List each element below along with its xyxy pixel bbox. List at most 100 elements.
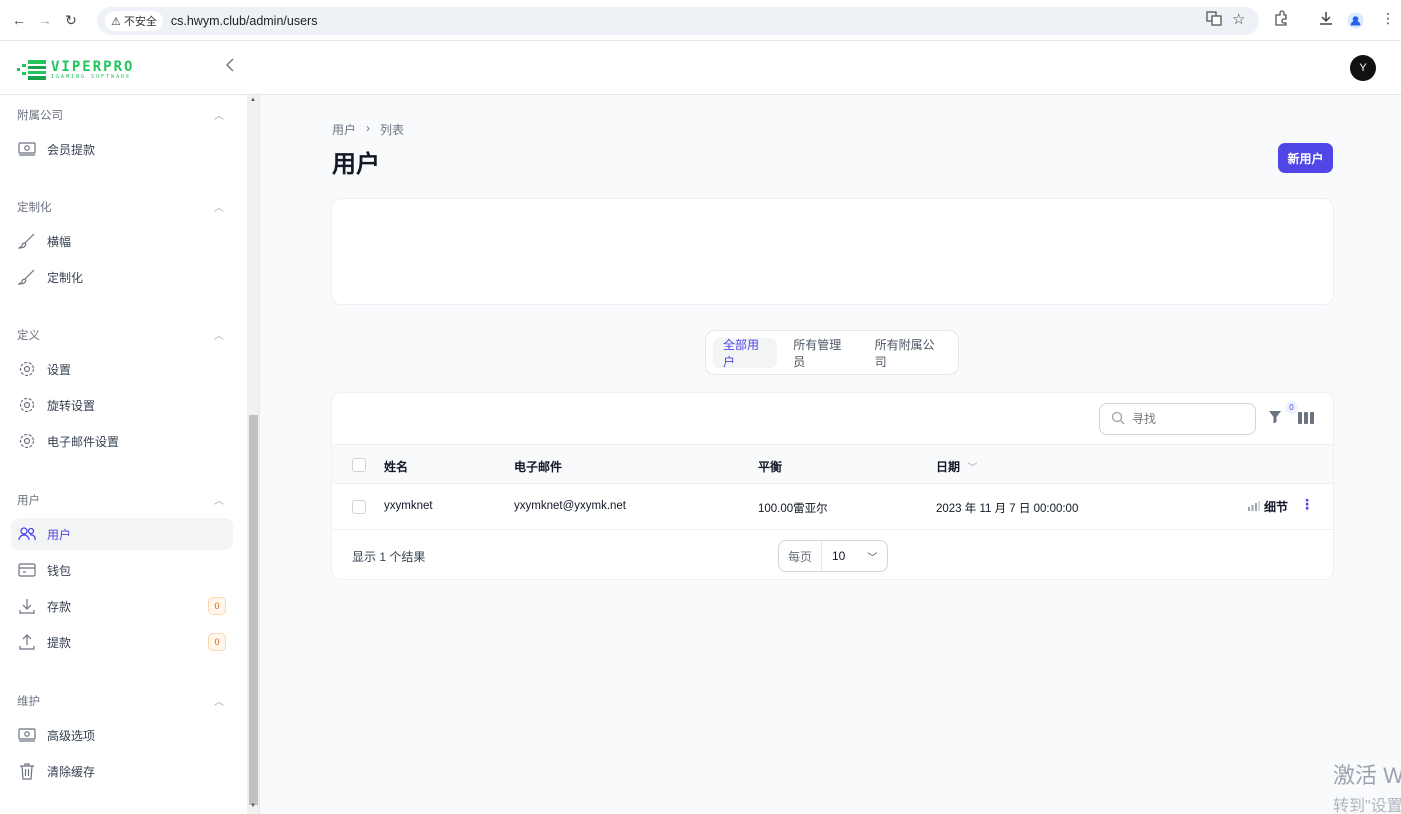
search-input[interactable] [1132,412,1242,426]
cell-email: yxymknet@yxymk.net [514,500,627,512]
sidebar-item-email-settings[interactable]: 电子邮件设置 [11,425,233,457]
sidebar-item-withdrawals[interactable]: 提款 0 [11,626,233,658]
sidebar-item-settings[interactable]: 设置 [11,353,233,385]
filter-icon[interactable] [1268,410,1282,427]
forward-icon[interactable]: → [34,9,56,31]
sidebar-item-spin-settings[interactable]: 旋转设置 [11,389,233,421]
table-row[interactable]: yxymknet yxymknet@yxymk.net 100.00雷亚尔 20… [332,484,1333,530]
avatar-initial: Y [1359,62,1367,74]
sidebar-item-label: 钱包 [47,563,72,578]
sidebar-collapse-icon[interactable] [224,57,236,78]
breadcrumb: 用户 › 列表 [332,121,404,138]
column-header-balance[interactable]: 平衡 [758,458,782,475]
chart-bars-icon [1248,500,1260,514]
tab-all-affiliates[interactable]: 所有附属公司 [865,338,951,369]
sidebar-item-advanced-options[interactable]: 高级选项 [11,719,233,751]
sidebar-group-maintenance[interactable]: 维护 [17,693,40,709]
back-icon[interactable]: ← [8,9,30,31]
chevron-up-icon[interactable]: ︿ [214,327,224,342]
details-link[interactable]: 细节 [1248,498,1288,515]
row-actions-icon[interactable]: ⋮ [1300,496,1314,513]
brush-icon [18,268,36,286]
columns-icon[interactable] [1298,412,1314,427]
sidebar-item-customization[interactable]: 定制化 [11,261,233,293]
sidebar-item-label: 旋转设置 [47,398,96,413]
sidebar-item-label: 提款 [47,635,72,650]
breadcrumb-separator-icon: › [366,121,371,135]
chevron-down-icon: ﹀ [867,552,878,564]
page-title: 用户 [332,151,380,178]
sidebar-item-affiliate-withdrawals[interactable]: 会员提款 [11,133,233,165]
extensions-icon[interactable] [1273,10,1289,26]
column-header-email[interactable]: 电子邮件 [514,458,562,475]
cell-balance: 100.00雷亚尔 [758,503,828,515]
logo[interactable]: VIPERPRO IGAMING SOFTWARE [17,58,134,82]
download-icon[interactable] [1318,10,1334,26]
scroll-down-icon[interactable]: ▼ [250,803,256,809]
sidebar-item-deposits[interactable]: 存款 0 [11,590,233,622]
results-count: 显示 1 个结果 [352,550,426,564]
cell-name: yxymknet [384,500,433,512]
withdrawals-count-badge: 0 [208,633,226,651]
chevron-up-icon[interactable]: ︿ [214,199,224,214]
column-header-date[interactable]: 日期 ﹀ [936,458,977,475]
sidebar-item-label: 高级选项 [47,728,96,743]
app-header: VIPERPRO IGAMING SOFTWARE Y [0,41,1401,95]
avatar[interactable]: Y [1350,55,1376,81]
chevron-up-icon[interactable]: ︿ [214,107,224,122]
breadcrumb-users[interactable]: 用户 [332,121,356,138]
profile-icon[interactable] [1347,12,1364,29]
brand-tagline: IGAMING SOFTWARE [51,73,132,80]
new-user-button[interactable]: 新用户 [1278,143,1333,173]
sidebar-item-label: 清除缓存 [47,764,96,779]
column-header-name[interactable]: 姓名 [384,458,408,475]
table-header: 姓名 电子邮件 平衡 日期 ﹀ [332,444,1333,484]
tab-all-admins[interactable]: 所有管理员 [783,338,858,369]
activation-watermark-sub: 转到"设置 [1333,798,1401,814]
chevron-up-icon[interactable]: ︿ [214,492,224,507]
sidebar-item-label: 电子邮件设置 [47,434,120,449]
sidebar-item-users[interactable]: 用户 [11,518,233,550]
search-field[interactable] [1099,403,1256,435]
scroll-up-icon[interactable]: ▲ [250,97,256,103]
users-table: 0 姓名 电子邮件 平衡 日期 ﹀ yxymknet yxymknet@yxym… [331,392,1334,580]
brand-name: VIPERPRO [51,58,135,75]
tabs: 全部用户 所有管理员 所有附属公司 [705,330,959,375]
star-icon[interactable]: ☆ [1232,10,1245,28]
sidebar-item-banners[interactable]: 横幅 [11,225,233,257]
users-icon [18,525,36,543]
sidebar-item-label: 设置 [47,362,72,377]
trash-icon [18,762,36,780]
widgets-card [331,198,1334,305]
sidebar: 附属公司 ︿ 会员提款 定制化 ︿ 横幅 定制化 定义 ︿ 设置 旋转设置 电子… [0,95,260,814]
row-checkbox[interactable] [352,500,366,514]
sidebar-group-customization[interactable]: 定制化 [17,199,52,215]
sidebar-item-label: 会员提款 [47,142,96,157]
logo-mark-icon [17,58,47,82]
reload-icon[interactable]: ↻ [60,9,82,31]
filter-count-badge: 0 [1285,401,1298,414]
menu-dots-icon[interactable]: ⋮ [1381,10,1395,27]
select-all-checkbox[interactable] [352,458,366,472]
wallet-icon [18,561,36,579]
insecure-label: 不安全 [123,16,157,28]
warning-icon: ⚠ [111,15,121,28]
activation-watermark: 激活 W [1333,763,1401,788]
per-page-select[interactable]: 每页 10 ﹀ [778,540,888,572]
sidebar-item-clear-cache[interactable]: 清除缓存 [11,755,233,787]
deposits-count-badge: 0 [208,597,226,615]
sidebar-group-users[interactable]: 用户 [17,492,40,508]
gear-icon [18,432,36,450]
translate-icon[interactable] [1206,10,1222,26]
insecure-badge[interactable]: ⚠ 不安全 [105,11,163,31]
tab-all-users[interactable]: 全部用户 [713,337,778,369]
sidebar-item-wallets[interactable]: 钱包 [11,554,233,586]
url-text[interactable]: cs.hwym.club/admin/users [171,14,318,28]
sidebar-group-definitions[interactable]: 定义 [17,327,40,343]
sidebar-scrollbar[interactable]: ▲ ▼ [247,95,259,814]
cash-icon [18,726,36,744]
address-bar[interactable]: ⚠ 不安全 cs.hwym.club/admin/users [97,7,1259,35]
sidebar-group-affiliates[interactable]: 附属公司 [17,107,63,123]
scrollbar-thumb[interactable] [249,415,258,805]
chevron-up-icon[interactable]: ︿ [214,693,224,708]
